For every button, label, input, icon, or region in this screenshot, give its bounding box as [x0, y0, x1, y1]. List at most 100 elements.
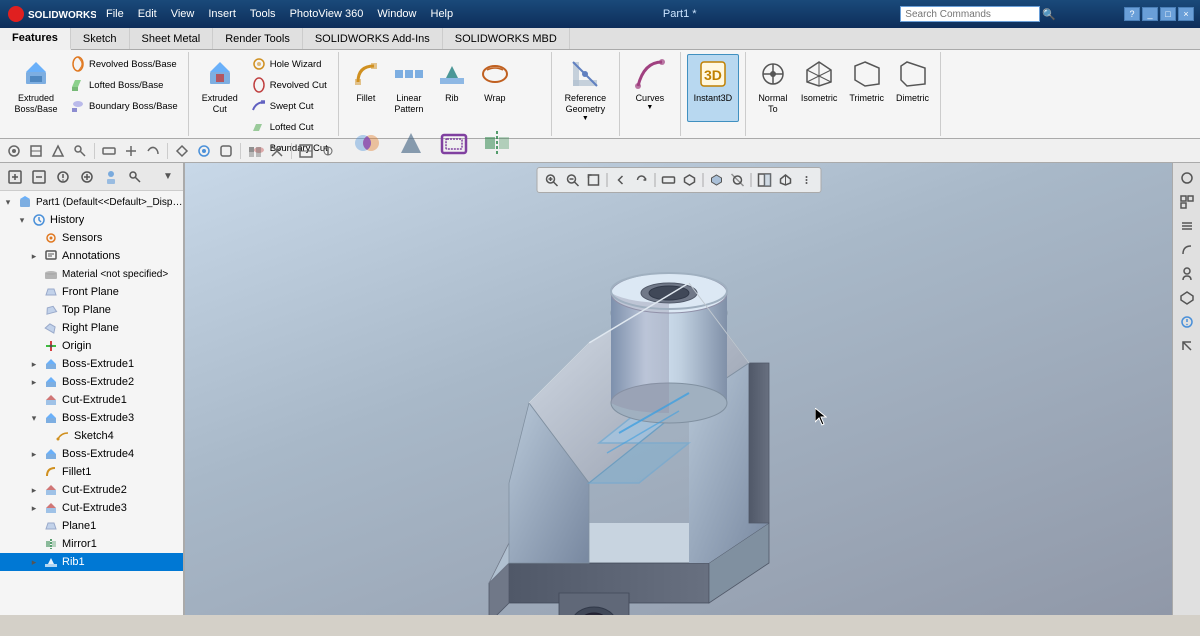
tree-boss-extrude4[interactable]: ▸ Boss-Extrude4 — [0, 445, 183, 463]
feature-tree-options[interactable]: ▼ — [157, 166, 179, 188]
feature-tree-content: ▾ Part1 (Default<<Default>_Display ▾ His… — [0, 191, 183, 615]
feature-tree-tool-4[interactable] — [76, 166, 98, 188]
tab-sheet-metal[interactable]: Sheet Metal — [130, 28, 214, 49]
feature-tree-tool-6[interactable] — [124, 166, 146, 188]
vp-display-style-btn[interactable] — [706, 170, 726, 190]
toolbar-btn-3[interactable] — [48, 141, 68, 161]
dimetric-button[interactable]: Dimetric — [891, 54, 934, 122]
menu-tools[interactable]: Tools — [244, 6, 282, 22]
tree-boss-extrude2[interactable]: ▸ Boss-Extrude2 — [0, 373, 183, 391]
revolved-boss-base-button[interactable]: Revolved Boss/Base — [66, 54, 182, 74]
menu-photoview[interactable]: PhotoView 360 — [284, 6, 370, 22]
tree-material[interactable]: Material <not specified> — [0, 265, 183, 283]
tree-front-plane[interactable]: Front Plane — [0, 283, 183, 301]
menu-view[interactable]: View — [165, 6, 201, 22]
reference-geometry-button[interactable]: ReferenceGeometry ▼ — [558, 54, 613, 122]
vp-hide-show-btn[interactable] — [727, 170, 747, 190]
toolbar-btn-8[interactable] — [172, 141, 192, 161]
vp-filter-edges-btn[interactable] — [658, 170, 678, 190]
feature-tree-tool-3[interactable] — [52, 166, 74, 188]
close-btn[interactable]: × — [1178, 7, 1194, 21]
boundary-boss-base-button[interactable]: Boundary Boss/Base — [66, 96, 182, 116]
tree-origin[interactable]: Origin — [0, 337, 183, 355]
loft-boss-icon — [70, 77, 86, 93]
tree-rib1[interactable]: ▸ Rib1 — [0, 553, 183, 571]
feature-tree-tool-1[interactable] — [4, 166, 26, 188]
tree-cut-extrude3[interactable]: ▸ Cut-Extrude3 — [0, 499, 183, 517]
vp-zoom-out-btn[interactable] — [562, 170, 582, 190]
swept-cut-icon — [251, 98, 267, 114]
tab-features[interactable]: Features — [0, 28, 71, 50]
tree-fillet1[interactable]: Fillet1 — [0, 463, 183, 481]
menu-help[interactable]: Help — [425, 6, 460, 22]
instant3d-button[interactable]: 3D Instant3D — [687, 54, 739, 122]
plane1-icon — [43, 518, 59, 534]
fillet-button[interactable]: Fillet — [345, 54, 387, 122]
search-input[interactable] — [900, 6, 1040, 22]
toolbar-btn-1[interactable] — [4, 141, 24, 161]
linear-pattern-button[interactable]: LinearPattern — [388, 54, 430, 122]
toolbar-btn-5[interactable] — [99, 141, 119, 161]
tree-right-plane[interactable]: Right Plane — [0, 319, 183, 337]
menu-insert[interactable]: Insert — [202, 6, 242, 22]
toolbar-btn-11[interactable] — [245, 141, 265, 161]
isometric-button[interactable]: Isometric — [796, 54, 843, 122]
tree-history[interactable]: ▾ History — [0, 211, 183, 229]
vp-filter-faces-btn[interactable] — [679, 170, 699, 190]
normal-to-button[interactable]: NormalTo — [752, 54, 794, 122]
maximize-btn[interactable]: □ — [1160, 7, 1176, 21]
revolve-boss-icon — [70, 56, 86, 72]
feature-tree-tool-5[interactable] — [100, 166, 122, 188]
menu-file[interactable]: File — [100, 6, 130, 22]
tree-plane1[interactable]: Plane1 — [0, 517, 183, 535]
feature-tree-tool-2[interactable] — [28, 166, 50, 188]
menu-edit[interactable]: Edit — [132, 6, 163, 22]
toolbar-btn-9[interactable] — [194, 141, 214, 161]
tree-annotations[interactable]: ▸ Annotations — [0, 247, 183, 265]
toolbar-btn-10[interactable] — [216, 141, 236, 161]
wrap-button[interactable]: Wrap — [474, 54, 516, 122]
vp-section-view-btn[interactable] — [754, 170, 774, 190]
tree-root[interactable]: ▾ Part1 (Default<<Default>_Display — [0, 193, 183, 211]
extruded-boss-base-button[interactable]: Extruded Boss/Base — [8, 54, 64, 122]
viewport[interactable] — [185, 163, 1172, 615]
tab-sketch[interactable]: Sketch — [71, 28, 130, 49]
toolbar-btn-14[interactable] — [318, 141, 338, 161]
vp-zoom-fit-btn[interactable] — [583, 170, 603, 190]
tree-top-plane[interactable]: Top Plane — [0, 301, 183, 319]
tree-cut-extrude1[interactable]: Cut-Extrude1 — [0, 391, 183, 409]
tree-sketch4[interactable]: Sketch4 — [0, 427, 183, 445]
extruded-cut-button[interactable]: ExtrudedCut — [195, 54, 245, 122]
tab-addins[interactable]: SOLIDWORKS Add-Ins — [303, 28, 443, 49]
vp-rotate-btn[interactable] — [631, 170, 651, 190]
trimetric-button[interactable]: Trimetric — [844, 54, 889, 122]
toolbar-btn-4[interactable] — [70, 141, 90, 161]
rib-button[interactable]: Rib — [431, 54, 473, 122]
toolbar-btn-2[interactable] — [26, 141, 46, 161]
toolbar-btn-13[interactable] — [296, 141, 316, 161]
tree-sensors[interactable]: Sensors — [0, 229, 183, 247]
revolved-cut-button[interactable]: Revolved Cut — [247, 75, 332, 95]
lofted-boss-base-button[interactable]: Lofted Boss/Base — [66, 75, 182, 95]
toolbar-btn-7[interactable] — [143, 141, 163, 161]
tab-render-tools[interactable]: Render Tools — [213, 28, 303, 49]
tree-mirror1[interactable]: Mirror1 — [0, 535, 183, 553]
hole-wizard-button[interactable]: Hole Wizard — [247, 54, 332, 74]
curves-button[interactable]: Curves ▼ — [626, 54, 674, 122]
menu-window[interactable]: Window — [371, 6, 422, 22]
tree-boss-extrude3[interactable]: ▾ Boss-Extrude3 — [0, 409, 183, 427]
cmd-separator-4 — [291, 143, 292, 159]
minimize-btn[interactable]: _ — [1142, 7, 1158, 21]
lofted-cut-button[interactable]: Lofted Cut — [247, 117, 332, 137]
vp-more-btn[interactable] — [796, 170, 816, 190]
help-btn[interactable]: ? — [1124, 7, 1140, 21]
vp-view-orientation-btn[interactable] — [775, 170, 795, 190]
vp-zoom-in-btn[interactable] — [541, 170, 561, 190]
swept-cut-button[interactable]: Swept Cut — [247, 96, 332, 116]
toolbar-btn-12[interactable] — [267, 141, 287, 161]
tree-cut-extrude2[interactable]: ▸ Cut-Extrude2 — [0, 481, 183, 499]
tab-mbd[interactable]: SOLIDWORKS MBD — [443, 28, 570, 49]
toolbar-btn-6[interactable] — [121, 141, 141, 161]
tree-boss-extrude1[interactable]: ▸ Boss-Extrude1 — [0, 355, 183, 373]
vp-prev-view-btn[interactable] — [610, 170, 630, 190]
